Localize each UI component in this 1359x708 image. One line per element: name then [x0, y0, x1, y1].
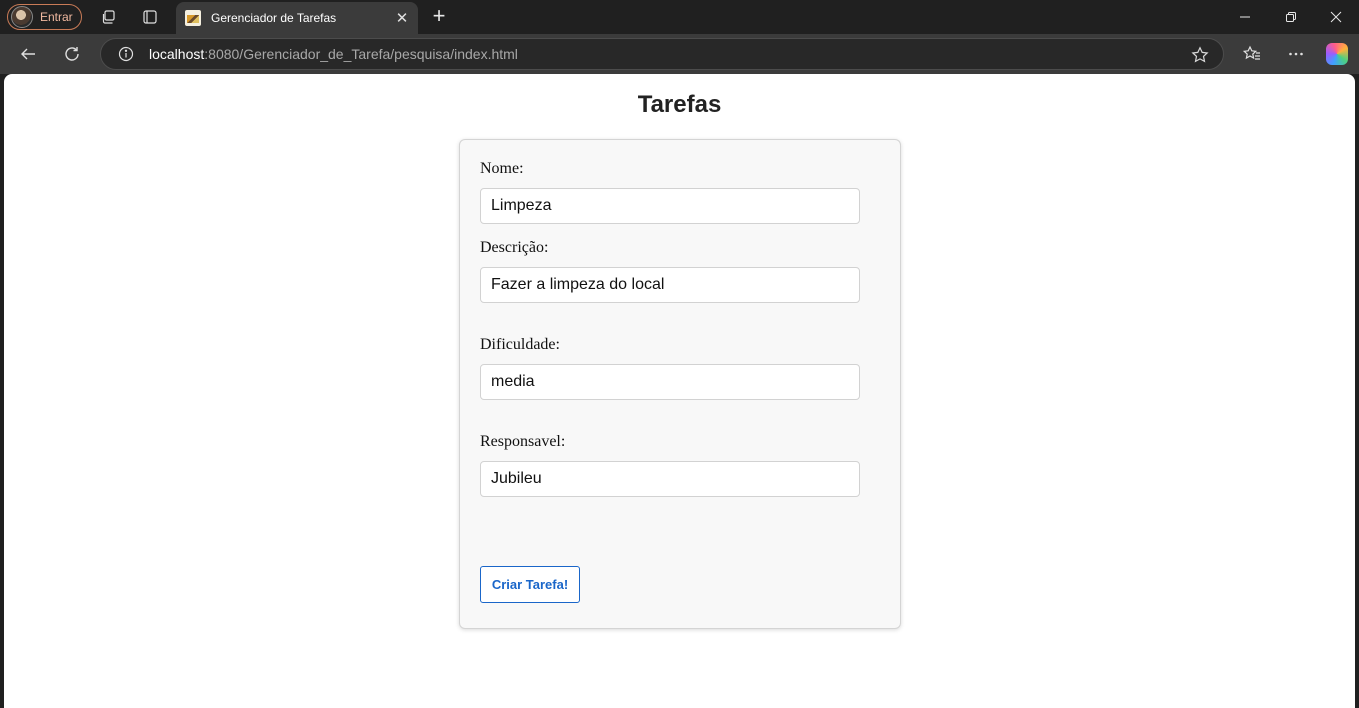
- close-tab-icon[interactable]: ✕: [391, 9, 413, 27]
- responsavel-label: Responsavel:: [480, 433, 566, 450]
- url-text: localhost:8080/Gerenciador_de_Tarefa/pes…: [149, 46, 518, 62]
- url-host: localhost: [149, 46, 205, 62]
- minimize-icon[interactable]: [1222, 0, 1268, 34]
- reload-icon[interactable]: [60, 42, 84, 66]
- info-icon[interactable]: [118, 46, 134, 62]
- more-options-icon[interactable]: [1284, 42, 1308, 66]
- dificuldade-input[interactable]: [480, 364, 860, 400]
- tab-actions-icon[interactable]: [141, 8, 159, 26]
- nome-input[interactable]: [480, 188, 860, 224]
- tab-gerenciador[interactable]: Gerenciador de Tarefas ✕: [176, 2, 418, 34]
- favorites-icon[interactable]: [1240, 42, 1264, 66]
- page-viewport: Tarefas Nome: Descrição: Dificuldade: Re…: [4, 74, 1355, 708]
- url-path: :8080/Gerenciador_de_Tarefa/pesquisa/ind…: [204, 46, 518, 62]
- workspaces-icon[interactable]: [100, 8, 118, 26]
- avatar: [11, 6, 33, 28]
- favicon-icon: [185, 10, 201, 26]
- page-title: Tarefas: [637, 91, 722, 118]
- profile-button[interactable]: Entrar: [7, 4, 82, 30]
- address-bar[interactable]: localhost:8080/Gerenciador_de_Tarefa/pes…: [100, 38, 1224, 70]
- task-form: Nome: Descrição: Dificuldade: Responsave…: [459, 139, 901, 629]
- responsavel-input[interactable]: [480, 461, 860, 497]
- tab-strip: Entrar Gerenciador de Tarefas ✕ +: [0, 0, 1359, 34]
- close-window-icon[interactable]: [1313, 0, 1359, 34]
- tab-title: Gerenciador de Tarefas: [211, 11, 337, 25]
- dificuldade-label: Dificuldade:: [480, 336, 560, 353]
- copilot-icon[interactable]: [1326, 43, 1348, 65]
- back-icon[interactable]: [16, 42, 40, 66]
- criar-tarefa-button[interactable]: Criar Tarefa!: [480, 566, 580, 603]
- browser-toolbar: localhost:8080/Gerenciador_de_Tarefa/pes…: [0, 34, 1359, 74]
- descricao-input[interactable]: [480, 267, 860, 303]
- nome-label: Nome:: [480, 160, 524, 177]
- descricao-label: Descrição:: [480, 239, 549, 256]
- profile-label: Entrar: [40, 10, 73, 24]
- new-tab-button[interactable]: +: [428, 5, 450, 27]
- restore-icon[interactable]: [1268, 0, 1314, 34]
- favorite-star-icon[interactable]: [1191, 46, 1209, 64]
